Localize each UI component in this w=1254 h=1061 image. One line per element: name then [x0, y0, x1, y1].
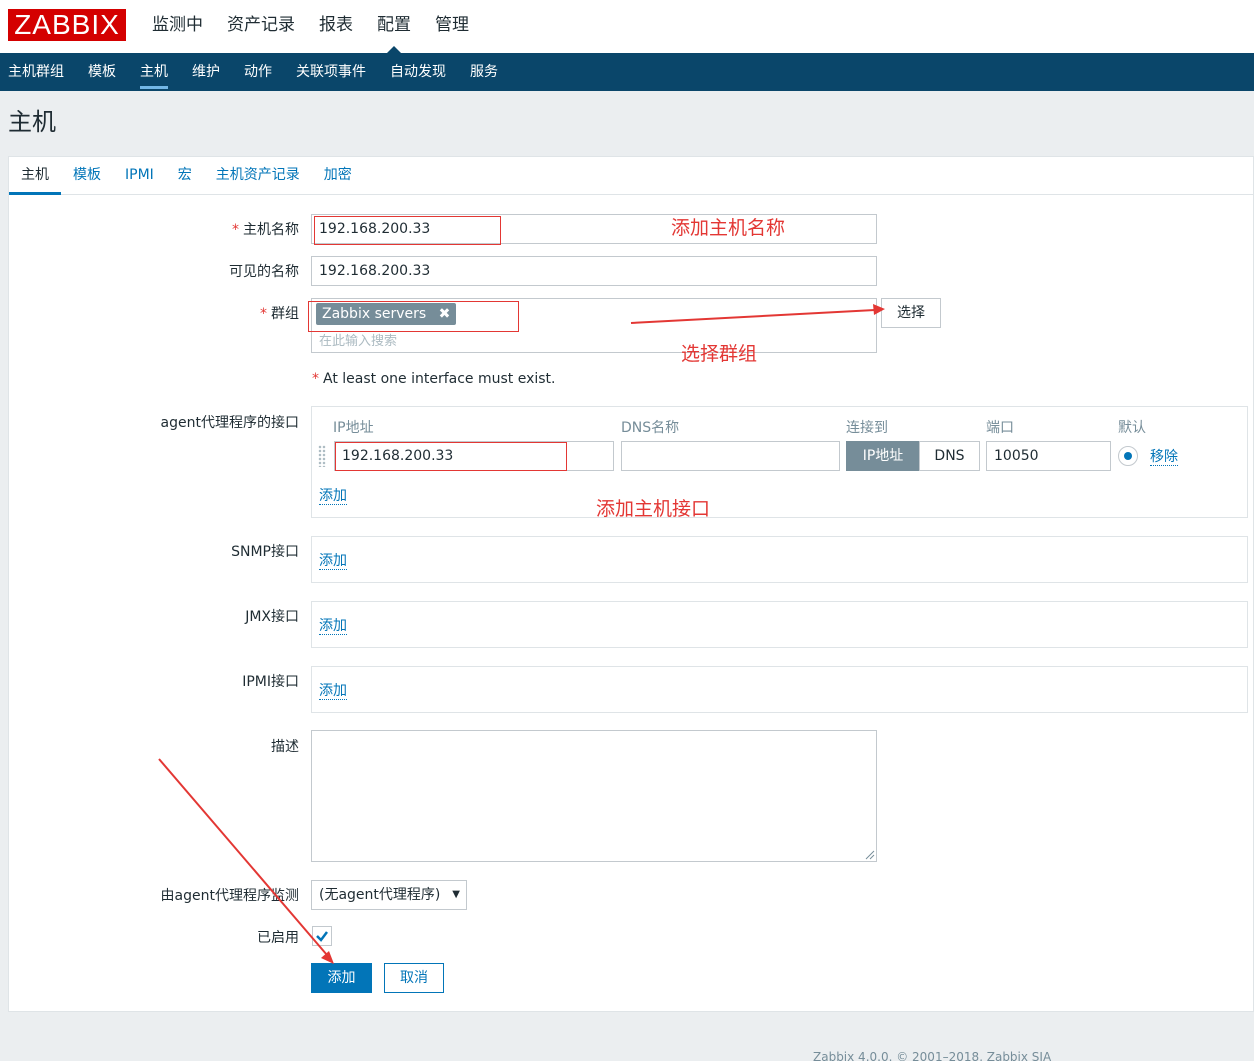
description-label: 描述 — [271, 739, 299, 755]
iface-header-ip: IP地址 — [333, 420, 374, 436]
sub-menu-templates[interactable]: 模板 — [76, 53, 128, 91]
jmx-interface-label: JMX接口 — [245, 609, 299, 625]
agent-interface-label: agent代理程序的接口 — [160, 415, 299, 431]
annotation-arrow-add — [158, 758, 334, 964]
main-menu-reports[interactable]: 报表 — [307, 0, 365, 53]
sub-menu: 主机群组 模板 主机 维护 动作 关联项事件 自动发现 服务 — [0, 53, 1254, 91]
top-bar: ZABBIX 监测中 资产记录 报表 配置 管理 — [0, 0, 1254, 53]
main-menu-configuration[interactable]: 配置 — [365, 0, 423, 53]
form-tabs: 主机 模板 IPMI 宏 主机资产记录 加密 — [9, 157, 1253, 195]
iface-header-dns: DNS名称 — [621, 420, 680, 436]
visible-name-input[interactable]: 192.168.200.33 — [311, 256, 877, 286]
sub-menu-discovery[interactable]: 自动发现 — [378, 53, 458, 91]
iface-header-connect: 连接到 — [846, 420, 888, 436]
cancel-button[interactable]: 取消 — [384, 963, 444, 993]
snmp-interface-box: 添加 — [311, 536, 1248, 583]
host-form-panel: 主机 模板 IPMI 宏 主机资产记录 加密 * 主机名称 192.168.200… — [8, 156, 1254, 1012]
sub-menu-hosts[interactable]: 主机 — [128, 53, 180, 91]
host-name-input[interactable]: 192.168.200.33 — [311, 214, 877, 244]
ipmi-interface-label: IPMI接口 — [242, 674, 299, 690]
description-textarea[interactable] — [311, 730, 877, 862]
iface-header-default: 默认 — [1118, 420, 1146, 436]
connect-ip-button[interactable]: IP地址 — [846, 441, 920, 471]
radio-dot-icon — [1124, 452, 1132, 460]
jmx-add-link[interactable]: 添加 — [319, 618, 347, 635]
default-radio[interactable] — [1118, 446, 1138, 466]
sub-menu-maintenance[interactable]: 维护 — [180, 53, 232, 91]
snmp-interface-label: SNMP接口 — [231, 544, 299, 560]
select-group-button[interactable]: 选择 — [881, 298, 941, 328]
iface-port-input[interactable]: 10050 — [986, 441, 1111, 471]
groups-label: * 群组 — [260, 306, 299, 322]
iface-remove-link[interactable]: 移除 — [1150, 449, 1178, 466]
agent-add-link[interactable]: 添加 — [319, 488, 347, 505]
remove-chip-icon[interactable]: ✖ — [439, 306, 451, 322]
tab-ipmi[interactable]: IPMI — [113, 157, 166, 194]
tab-host[interactable]: 主机 — [9, 157, 61, 195]
iface-ip-input[interactable]: 192.168.200.33 — [334, 441, 614, 471]
annotation-arrow-group — [630, 304, 885, 324]
sub-menu-host-groups[interactable]: 主机群组 — [0, 53, 76, 91]
main-menu: 监测中 资产记录 报表 配置 管理 — [140, 0, 481, 53]
annotation-group: 选择群组 — [681, 343, 758, 365]
agent-interface-box: IP地址 DNS名称 连接到 端口 默认 192.168.200.33 IP地址… — [311, 406, 1248, 518]
sub-menu-services[interactable]: 服务 — [458, 53, 510, 91]
tab-inventory[interactable]: 主机资产记录 — [204, 157, 312, 194]
iface-header-port: 端口 — [986, 420, 1014, 436]
ipmi-add-link[interactable]: 添加 — [319, 683, 347, 700]
footer: Zabbix 4.0.0. © 2001–2018, Zabbix SIA — [813, 1050, 1052, 1061]
resize-handle-icon[interactable] — [865, 850, 875, 860]
ipmi-interface-box: 添加 — [311, 666, 1248, 713]
dropdown-arrow-icon: ▼ — [452, 889, 460, 900]
tab-macros[interactable]: 宏 — [166, 157, 204, 194]
visible-name-label: 可见的名称 — [229, 264, 299, 280]
group-chip: Zabbix servers ✖ — [316, 303, 457, 325]
iface-dns-input[interactable] — [621, 441, 840, 471]
annotation-host-name: 添加主机名称 — [671, 217, 786, 239]
main-menu-administration[interactable]: 管理 — [423, 0, 481, 53]
jmx-interface-box: 添加 — [311, 601, 1248, 648]
host-name-label: * 主机名称 — [232, 222, 299, 238]
sub-menu-actions[interactable]: 动作 — [232, 53, 284, 91]
drag-handle-icon[interactable] — [318, 445, 326, 467]
page-title: 主机 — [8, 108, 56, 136]
annotation-interface: 添加主机接口 — [596, 498, 711, 520]
tab-templates[interactable]: 模板 — [61, 157, 113, 194]
main-menu-monitoring[interactable]: 监测中 — [140, 0, 215, 53]
connect-dns-button[interactable]: DNS — [919, 441, 980, 471]
main-menu-inventory[interactable]: 资产记录 — [215, 0, 307, 53]
zabbix-logo[interactable]: ZABBIX — [8, 9, 126, 41]
interface-note: * At least one interface must exist. — [312, 371, 556, 387]
group-search-placeholder[interactable]: 在此输入搜索 — [319, 330, 397, 349]
sub-menu-correlation[interactable]: 关联项事件 — [284, 53, 378, 91]
snmp-add-link[interactable]: 添加 — [319, 553, 347, 570]
tab-encryption[interactable]: 加密 — [312, 157, 364, 194]
